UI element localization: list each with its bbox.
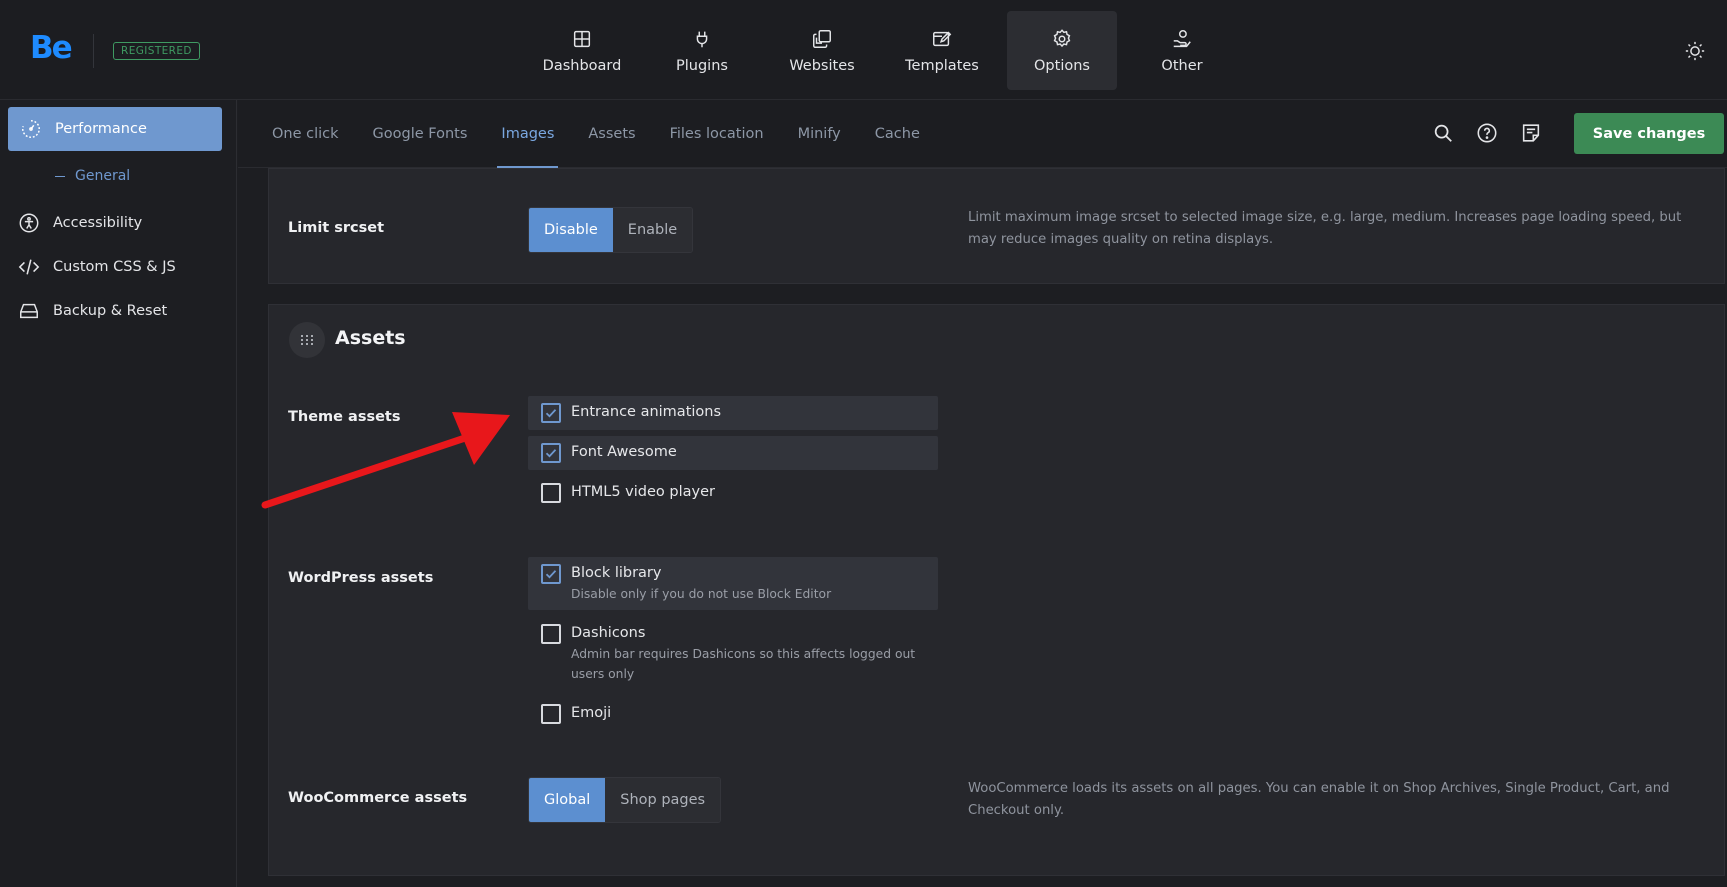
sidebar: Performance General Accessibility Custom… [0,100,237,887]
sidebar-item-label: Accessibility [53,215,143,231]
templates-icon [933,31,952,46]
search-icon[interactable] [1432,122,1454,144]
checkbox[interactable] [541,443,561,463]
tab-assets[interactable]: Assets [588,100,635,168]
gear-icon [1053,28,1071,47]
tab-bar: One click Google Fonts Images Assets Fil… [238,100,1727,168]
checkbox-label: Emoji [571,705,612,721]
limit-srcset-label: Limit srcset [288,220,385,236]
shop-pages-option[interactable]: Shop pages [605,778,721,822]
checkbox[interactable] [541,624,561,644]
dashicons-option[interactable]: Dashicons Admin bar requires Dashicons s… [528,617,938,685]
woocommerce-assets-description: WooCommerce loads its assets on all page… [968,781,1670,818]
check-icon [545,409,557,418]
checkbox-hint: Admin bar requires Dashicons so this aff… [571,647,916,681]
nav-plugins[interactable]: Plugins [647,11,757,90]
sidebar-subitem-label: General [75,168,131,184]
sidebar-item-backup-reset[interactable]: Backup & Reset [18,300,167,322]
sidebar-item-label: Performance [55,121,147,137]
checkbox[interactable] [541,704,561,724]
nav-label: Websites [789,57,855,74]
tab-one-click[interactable]: One click [272,100,339,168]
checkbox-label: Block library [571,565,662,581]
checkbox-label: Dashicons [571,625,646,641]
woocommerce-assets-label: WooCommerce assets [288,790,468,806]
check-icon [545,449,557,458]
checkbox-hint: Disable only if you do not use Block Edi… [571,587,832,601]
font-awesome-option[interactable]: Font Awesome [528,436,938,470]
plug-icon [696,31,708,47]
red-arrow-annotation [261,412,510,509]
assets-section-header: Assets [268,304,1725,376]
tab-google-fonts[interactable]: Google Fonts [373,100,468,168]
dash [55,175,65,177]
limit-srcset-description: Limit maximum image srcset to selected i… [968,210,1682,247]
block-library-option[interactable]: Block library Disable only if you do not… [528,557,938,610]
top-header: Be REGISTERED Dashboard Plugins Websites… [0,0,1727,100]
sidebar-item-accessibility[interactable]: Accessibility [18,212,142,234]
wordpress-assets-label: WordPress assets [288,570,434,586]
tab-files-location[interactable]: Files location [670,100,764,168]
checkbox-label: Entrance animations [571,404,722,420]
checkbox[interactable] [541,403,561,423]
websites-icon [813,29,831,48]
emoji-option[interactable]: Emoji [528,697,938,731]
tab-minify[interactable]: Minify [798,100,841,168]
sidebar-item-label: Backup & Reset [53,303,168,319]
divider [93,34,94,68]
section-title: Assets [335,327,406,349]
save-changes-button[interactable]: Save changes [1574,113,1724,154]
notes-icon[interactable] [1520,122,1542,144]
dashboard-icon [573,30,591,47]
nav-dashboard[interactable]: Dashboard [527,11,637,90]
nav-label: Options [1034,57,1090,74]
sidebar-item-performance[interactable]: Performance [8,107,222,151]
grid-dots-icon [289,322,325,358]
entrance-animations-option[interactable]: Entrance animations [528,396,938,430]
tab-cache[interactable]: Cache [875,100,920,168]
nav-label: Plugins [676,57,728,74]
sidebar-item-custom-css-js[interactable]: Custom CSS & JS [18,256,176,278]
nav-websites[interactable]: Websites [767,11,877,90]
sidebar-subitem-general[interactable]: General [55,168,130,184]
limit-srcset-toggle: Disable Enable [528,207,694,253]
sun-icon[interactable] [1684,40,1706,62]
nav-options[interactable]: Options [1007,11,1117,90]
nav-templates[interactable]: Templates [887,11,997,90]
nav-label: Dashboard [542,57,622,74]
help-icon[interactable] [1476,122,1498,144]
enable-option[interactable]: Enable [612,208,693,252]
checkbox[interactable] [541,564,561,584]
global-option[interactable]: Global [529,778,606,822]
sidebar-item-label: Custom CSS & JS [53,259,176,275]
checkbox-label: HTML5 video player [571,484,715,500]
drive-icon [20,303,38,319]
tabs: One click Google Fonts Images Assets Fil… [272,100,954,168]
tab-images[interactable]: Images [497,100,559,168]
main-nav: Dashboard Plugins Websites Templates Opt… [527,11,1247,90]
accessibility-icon [19,213,39,233]
code-icon [18,259,40,275]
nav-label: Templates [905,57,979,74]
nav-other[interactable]: Other [1127,11,1237,90]
woocommerce-assets-toggle: Global Shop pages [528,777,722,823]
logo[interactable]: Be [30,30,73,66]
disable-option[interactable]: Disable [529,208,613,252]
html5-video-player-option[interactable]: HTML5 video player [528,476,938,510]
check-icon [545,570,557,579]
user-hand-icon [1173,29,1191,47]
registered-badge: REGISTERED [113,42,200,60]
checkbox[interactable] [541,483,561,503]
nav-label: Other [1161,57,1203,74]
checkbox-label: Font Awesome [571,444,677,460]
speedometer-icon [22,120,40,138]
